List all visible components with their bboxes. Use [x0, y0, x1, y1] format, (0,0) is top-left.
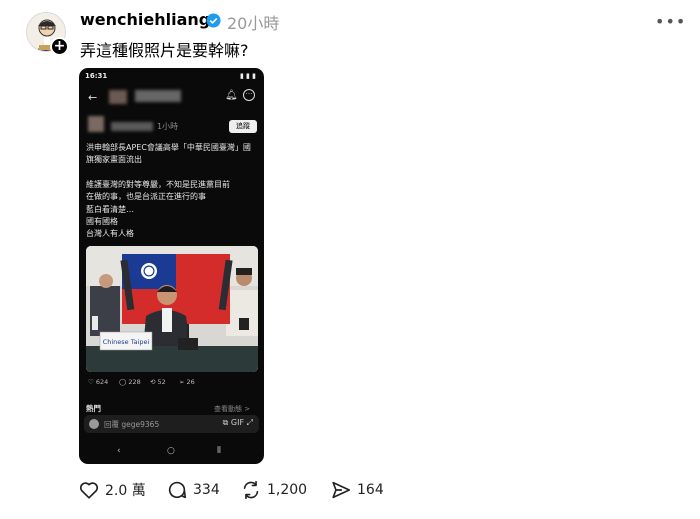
post-actions: 2.0 萬 334 1,200 164 [78, 478, 478, 502]
nav-back-icon: ‹ [117, 446, 121, 456]
comment-button[interactable]: 334 [166, 478, 220, 502]
author-username[interactable]: wenchiehliang [80, 10, 210, 29]
embedded-body-line: 維護臺灣的對等尊嚴，不知是民進黨目前 [86, 180, 230, 189]
embedded-headline: 洪申翰部長APEC會議高舉「中華民國臺灣」國旗獨家畫面流出 [86, 143, 251, 164]
share-icon [332, 481, 351, 499]
post-text: 弄這種假照片是要幹嘛? [80, 41, 249, 60]
post-timestamp: 20小時 [227, 14, 280, 33]
embedded-body-line: 國有國格 [86, 216, 118, 226]
embedded-repost-count: ⟲ 52 [150, 378, 166, 386]
more-horizontal-icon[interactable]: ••• [655, 12, 686, 31]
repost-icon [243, 480, 259, 500]
embedded-body-line: 台灣人有人格 [86, 229, 134, 239]
blurred-poster-name [111, 122, 153, 131]
nav-recents-icon: ⦀ [217, 446, 221, 456]
embedded-body-line: 藍白看清楚… [86, 204, 134, 214]
reply-placeholder: 回覆 gege9365 [104, 420, 160, 429]
repost-button[interactable]: 1,200 [240, 478, 307, 502]
bell-icon: 🔔︎ [225, 90, 238, 101]
like-button[interactable]: 2.0 萬 [78, 478, 146, 502]
back-arrow-icon: ← [88, 91, 98, 104]
embedded-like-count: ♡ 624 [88, 378, 109, 386]
embedded-body: 維護臺灣的對等尊嚴，不知是民進黨目前 在做的事，也是台派正在進行的事 藍白看清楚… [86, 179, 256, 240]
embedded-share-count: ➢ 26 [179, 378, 195, 386]
blurred-avatar [109, 90, 127, 104]
flag-photo: Chinese Taipei [86, 246, 258, 372]
embedded-follow-button: 追蹤 [229, 120, 257, 133]
like-count: 2.0 萬 [105, 483, 146, 499]
embedded-body-line: 在做的事，也是台派正在進行的事 [86, 192, 206, 202]
blurred-poster-avatar [88, 116, 104, 132]
embedded-status-icons: ▮ ▮ ▮ [239, 72, 256, 80]
placard-text: Chinese Taipei [103, 338, 150, 346]
blurred-name [135, 90, 181, 102]
repost-count: 1,200 [267, 482, 308, 498]
embedded-hot-label: 熱門 [86, 404, 101, 413]
embedded-status-time: 16:31 [85, 72, 108, 80]
nav-home-icon: ○ [167, 446, 175, 456]
reply-tool-icons: ⧉ GIF ⤢ [222, 418, 253, 427]
comment-count: 334 [193, 482, 220, 498]
share-button[interactable]: 164 [330, 478, 384, 502]
reply-avatar [89, 419, 99, 429]
embedded-reply-box: 回覆 gege9365 ⧉ GIF ⤢ [84, 415, 259, 433]
heart-icon [79, 482, 99, 499]
embedded-actions: ♡ 624 ◯ 228 ⟲ 52 ➢ 26 [86, 378, 258, 390]
follow-plus-button[interactable]: + [50, 37, 69, 56]
share-count: 164 [357, 482, 384, 498]
more-icon: ··· [243, 89, 255, 101]
comment-icon [168, 481, 187, 499]
embedded-post-time: 1小時 [157, 122, 179, 131]
embedded-comment-count: ◯ 228 [119, 378, 141, 386]
verified-badge-icon [206, 13, 221, 28]
android-nav-bar: ‹ ○ ⦀ [79, 446, 264, 460]
embedded-screenshot-image[interactable]: 16:31 ▮ ▮ ▮ ← 🔔︎ ··· 1小時 追蹤 洪申翰部長APEC會議高… [79, 68, 264, 464]
embedded-activity-link: 查看動態 > [214, 405, 251, 413]
